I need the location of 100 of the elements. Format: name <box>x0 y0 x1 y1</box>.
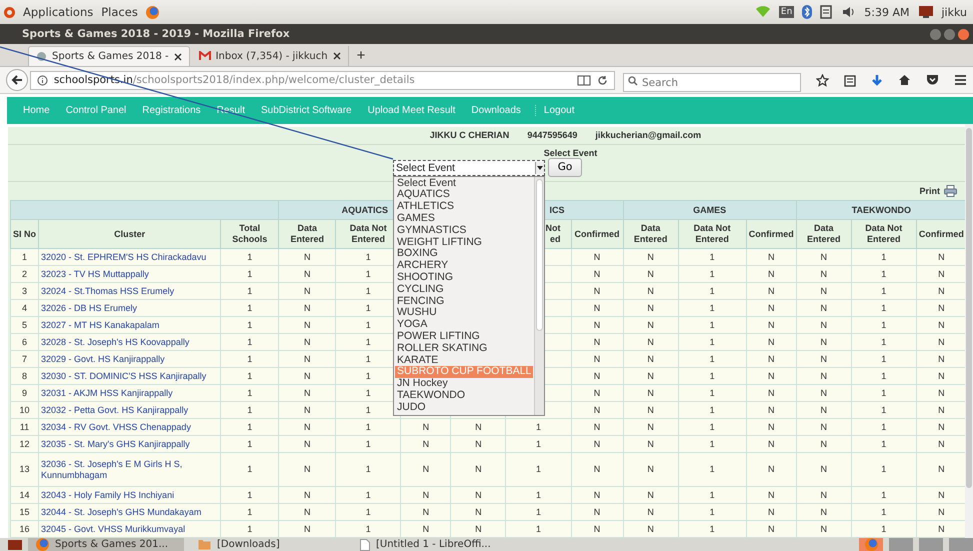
dropdown-option[interactable]: KARATE <box>395 354 533 366</box>
table-cell: N <box>820 464 827 474</box>
row-number: 11 <box>20 422 30 432</box>
table-cell: N <box>820 404 827 415</box>
table-cell: N <box>938 438 945 449</box>
close-button[interactable] <box>958 28 969 40</box>
dropdown-option[interactable]: JUDO <box>395 402 533 414</box>
table-cell: 1 <box>247 268 252 279</box>
clipboard-icon[interactable] <box>844 74 856 86</box>
monitor-icon[interactable] <box>918 5 934 19</box>
print-link[interactable]: Print <box>919 186 940 196</box>
table-cell: 1 <box>710 438 715 449</box>
minimize-button[interactable] <box>930 28 941 40</box>
column-header: Confirmed <box>574 228 620 238</box>
keyboard-indicator[interactable]: En <box>778 6 794 18</box>
taskbar-item[interactable]: [Untitled 1 - LibreOffi... <box>352 538 508 551</box>
table-cell: N <box>647 404 654 415</box>
dropdown-option[interactable]: YOGA <box>395 319 533 332</box>
show-desktop-icon[interactable] <box>8 540 22 550</box>
table-cell: 1 <box>881 438 886 449</box>
dropdown-option[interactable]: WUSHU <box>395 307 533 320</box>
panel-menu[interactable]: Applications <box>23 5 94 19</box>
column-header: Data Not Entered <box>694 223 731 244</box>
table-cell: N <box>820 524 827 534</box>
browser-icon[interactable] <box>146 6 159 18</box>
table-cell: 1 <box>247 336 252 347</box>
table-cell: N <box>594 524 600 534</box>
panel-menu[interactable]: Places <box>101 5 138 19</box>
ubuntu-logo-icon[interactable] <box>4 6 15 18</box>
table-cell: N <box>594 336 600 347</box>
table-cell: N <box>938 370 945 381</box>
reload-icon[interactable] <box>597 74 608 86</box>
table-cell: N <box>768 252 774 262</box>
search-field[interactable]: Search <box>623 73 801 92</box>
table-cell: 1 <box>710 388 715 398</box>
row-number: 5 <box>22 320 28 330</box>
scrollbar[interactable] <box>966 128 972 488</box>
new-tab-button[interactable]: + <box>350 46 372 66</box>
table-cell: 1 <box>881 422 886 432</box>
table-cell: N <box>594 320 600 330</box>
event-dropdown[interactable]: Select Event <box>393 160 545 176</box>
table-cell: 1 <box>247 506 252 517</box>
dropdown-option[interactable]: ROLLER SKATING <box>395 342 533 355</box>
dropdown-option[interactable]: WEIGHT LIFTING <box>395 236 533 248</box>
close-icon[interactable] <box>174 52 182 60</box>
user-name[interactable]: jikku <box>942 6 967 18</box>
dropdown-option[interactable]: AQUATICS <box>395 189 533 202</box>
clipboard-icon[interactable] <box>820 5 834 19</box>
printer-icon[interactable] <box>944 185 957 197</box>
download-icon[interactable] <box>871 74 883 86</box>
table-cell: 1 <box>710 268 715 279</box>
table-cell: 1 <box>881 506 886 517</box>
dropdown-option[interactable]: SHOOTING <box>395 272 533 284</box>
taskbar-item[interactable]: [Downloads] <box>190 538 346 551</box>
star-icon[interactable] <box>816 74 829 86</box>
dropdown-option[interactable]: TAEKWONDO <box>395 390 533 402</box>
bluetooth-icon[interactable] <box>802 5 812 19</box>
dropdown-option[interactable]: ARCHERY <box>395 260 533 272</box>
dropdown-option[interactable]: GYMNASTICS <box>395 224 533 237</box>
home-icon[interactable] <box>898 74 911 86</box>
menu-icon[interactable] <box>954 74 967 86</box>
clock[interactable]: 5:39 AM <box>864 6 910 18</box>
table-cell: N <box>647 286 654 296</box>
dropdown-option[interactable]: FENCING <box>395 296 533 308</box>
browser-icon <box>864 538 878 551</box>
pocket-icon[interactable] <box>926 74 939 86</box>
table-cell: 1 <box>710 354 715 364</box>
row-number: 15 <box>20 506 30 517</box>
back-button[interactable] <box>6 69 28 91</box>
table-cell: 1 <box>247 438 252 449</box>
table-cell: N <box>820 438 827 449</box>
table-cell: N <box>647 524 654 534</box>
table-cell: 1 <box>710 320 715 330</box>
scrollbar[interactable] <box>536 178 543 331</box>
speaker-icon[interactable] <box>842 5 856 19</box>
table-cell: N <box>304 336 310 347</box>
go-button[interactable]: Go <box>548 158 582 177</box>
taskbar-item[interactable]: Sports & Games 201... <box>28 538 184 551</box>
dropdown-option[interactable]: ATHLETICS <box>395 201 533 214</box>
table-cell: 1 <box>366 252 371 262</box>
dropdown-option[interactable]: GAMES <box>395 213 533 225</box>
dropdown-option[interactable]: BOXING <box>395 248 533 260</box>
dropdown-option[interactable]: JN Hockey <box>395 378 533 390</box>
table-cell: 1 <box>247 286 252 296</box>
dropdown-option[interactable]: CYCLING <box>395 284 533 296</box>
table-cell: 1 <box>881 320 886 330</box>
maximize-button[interactable] <box>944 28 955 40</box>
phone-text: 9447595649 <box>527 130 578 140</box>
table-cell: 1 <box>247 490 252 500</box>
row-number: 7 <box>22 354 28 364</box>
close-icon[interactable] <box>332 52 341 60</box>
info-icon[interactable] <box>36 74 48 86</box>
browser-tab[interactable]: Sports & Games 2018 - <box>28 46 190 66</box>
reader-view-icon[interactable] <box>577 74 591 86</box>
browser-tab[interactable]: Inbox (7,354) - jikkuch <box>192 46 349 66</box>
table-cell: 1 <box>710 252 715 262</box>
table-cell: N <box>594 422 600 432</box>
dropdown-option[interactable]: Select Event <box>395 178 533 190</box>
dropdown-option[interactable]: POWER LIFTING <box>395 331 533 343</box>
table-cell: 1 <box>366 286 371 296</box>
